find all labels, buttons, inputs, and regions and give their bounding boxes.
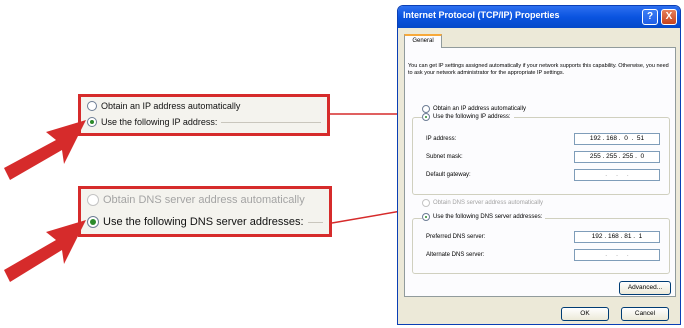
dlg-use-following-ip-radio[interactable]: Use the following IP address: — [422, 113, 514, 121]
close-button[interactable]: X — [661, 9, 677, 25]
connector-arrow-dns — [331, 207, 408, 224]
dlg-obtain-dns-auto-radio: Obtain DNS server address automatically — [422, 199, 547, 207]
ip-options-callout: Obtain an IP address automatically Use t… — [78, 94, 330, 136]
dns-options-callout: Obtain DNS server address automatically … — [78, 186, 332, 237]
cancel-button[interactable]: Cancel — [621, 307, 669, 321]
default-gateway-field[interactable]: . . . — [574, 169, 660, 181]
use-following-dns-radio[interactable]: Use the following DNS server addresses: — [87, 216, 323, 228]
dlg-use-following-ip-label: Use the following IP address: — [433, 114, 511, 120]
ip-address-label: IP address: — [426, 136, 457, 142]
preferred-dns-field[interactable]: 192 . 168 . 81 . 1 — [574, 231, 660, 243]
use-following-ip-radio[interactable]: Use the following IP address: — [87, 117, 321, 127]
use-following-dns-label: Use the following DNS server addresses: — [103, 216, 304, 228]
dns-settings-group — [412, 218, 670, 274]
dlg-obtain-ip-auto-label: Obtain an IP address automatically — [433, 106, 526, 112]
obtain-dns-auto-radio: Obtain DNS server address automatically — [87, 194, 305, 206]
ok-button[interactable]: OK — [561, 307, 609, 321]
pointer-arrow-ip-icon — [4, 120, 86, 180]
dialog-titlebar[interactable]: Internet Protocol (TCP/IP) Properties ? … — [398, 6, 680, 28]
group-divider — [221, 122, 321, 123]
dlg-use-following-dns-label: Use the following DNS server addresses: — [433, 214, 543, 220]
radio-disabled-icon — [422, 199, 430, 207]
obtain-dns-auto-label: Obtain DNS server address automatically — [103, 194, 305, 206]
radio-selected-icon — [422, 213, 430, 221]
radio-selected-icon — [422, 113, 430, 121]
tab-general[interactable]: General — [404, 34, 442, 48]
subnet-mask-label: Subnet mask: — [426, 154, 463, 160]
use-following-ip-label: Use the following IP address: — [101, 117, 218, 127]
default-gateway-label: Default gateway: — [426, 172, 471, 178]
dlg-obtain-dns-auto-label: Obtain DNS server address automatically — [433, 200, 544, 206]
ip-address-field[interactable]: 192 . 168 . 0 . 51 — [574, 133, 660, 145]
subnet-mask-field[interactable]: 255 . 255 . 255 . 0 — [574, 151, 660, 163]
dlg-obtain-ip-auto-radio[interactable]: Obtain an IP address automatically — [422, 105, 529, 113]
alternate-dns-label: Alternate DNS server: — [426, 252, 485, 258]
dlg-use-following-dns-radio[interactable]: Use the following DNS server addresses: — [422, 213, 546, 221]
preferred-dns-label: Preferred DNS server: — [426, 234, 486, 240]
dialog-title: Internet Protocol (TCP/IP) Properties — [403, 10, 560, 20]
help-button[interactable]: ? — [642, 9, 658, 25]
advanced-button[interactable]: Advanced... — [619, 281, 671, 295]
alternate-dns-field[interactable]: . . . — [574, 249, 660, 261]
tcpip-properties-dialog: Internet Protocol (TCP/IP) Properties ? … — [397, 5, 681, 325]
radio-selected-icon — [87, 216, 99, 228]
pointer-arrow-dns-icon — [4, 220, 86, 282]
radio-icon — [422, 105, 430, 113]
radio-disabled-icon — [87, 194, 99, 206]
obtain-ip-auto-radio[interactable]: Obtain an IP address automatically — [87, 101, 240, 111]
radio-icon — [87, 101, 97, 111]
obtain-ip-auto-label: Obtain an IP address automatically — [101, 101, 241, 111]
intro-text: You can get IP settings assigned automat… — [408, 63, 669, 76]
group-divider — [307, 222, 323, 223]
radio-selected-icon — [87, 117, 97, 127]
